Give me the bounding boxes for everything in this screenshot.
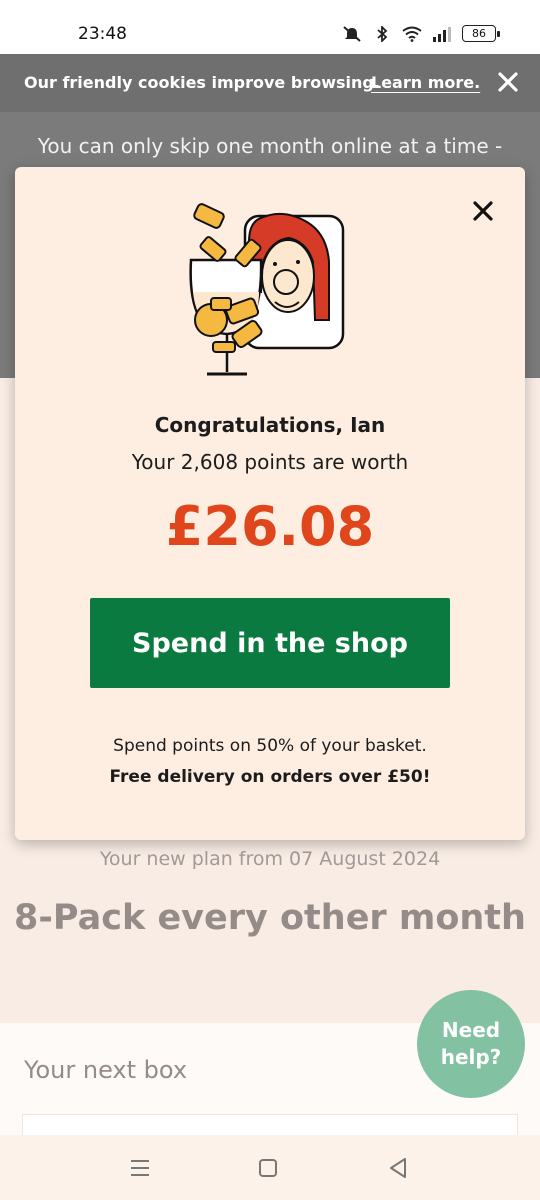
help-line-2: help? xyxy=(440,1045,502,1069)
next-box-title: Your next box xyxy=(24,1056,188,1084)
home-icon[interactable] xyxy=(255,1155,281,1181)
navigation-bar xyxy=(0,1135,540,1200)
basket-note: Spend points on 50% of your basket. xyxy=(113,736,427,756)
cookie-text: Our friendly cookies improve browsing. xyxy=(24,73,380,92)
learn-more-link[interactable]: Learn more. xyxy=(371,73,480,92)
status-icons: 86 xyxy=(342,25,500,42)
celebration-illustration xyxy=(189,203,345,376)
need-help-button[interactable]: Need help? xyxy=(417,990,525,1098)
skip-notice: You can only skip one month online at a … xyxy=(37,134,503,158)
mute-icon xyxy=(343,25,361,42)
signal-icon xyxy=(433,26,451,42)
points-worth-text: Your 2,608 points are worth xyxy=(131,450,409,474)
back-icon[interactable] xyxy=(385,1155,411,1181)
battery-level: 86 xyxy=(472,27,486,40)
wifi-icon xyxy=(402,26,422,42)
menu-icon[interactable] xyxy=(127,1155,153,1181)
cookie-banner: Our friendly cookies improve browsing. L… xyxy=(0,54,540,112)
delivery-note: Free delivery on orders over £50! xyxy=(109,767,431,787)
spend-in-shop-button[interactable]: Spend in the shop xyxy=(90,598,450,688)
help-line-1: Need xyxy=(441,1018,501,1042)
points-modal: Congratulations, Ian Your 2,608 points a… xyxy=(15,167,525,840)
plan-name: 8-Pack every other month xyxy=(14,898,526,938)
status-bar: 23:48 86 xyxy=(0,0,540,54)
bluetooth-icon xyxy=(377,25,388,42)
points-value: £26.08 xyxy=(165,495,375,558)
status-time: 23:48 xyxy=(78,24,127,44)
congrats-heading: Congratulations, Ian xyxy=(154,413,386,437)
battery-icon: 86 xyxy=(462,25,500,42)
plan-date: Your new plan from 07 August 2024 xyxy=(99,848,441,870)
close-icon[interactable] xyxy=(470,198,496,224)
close-icon[interactable] xyxy=(496,70,520,94)
